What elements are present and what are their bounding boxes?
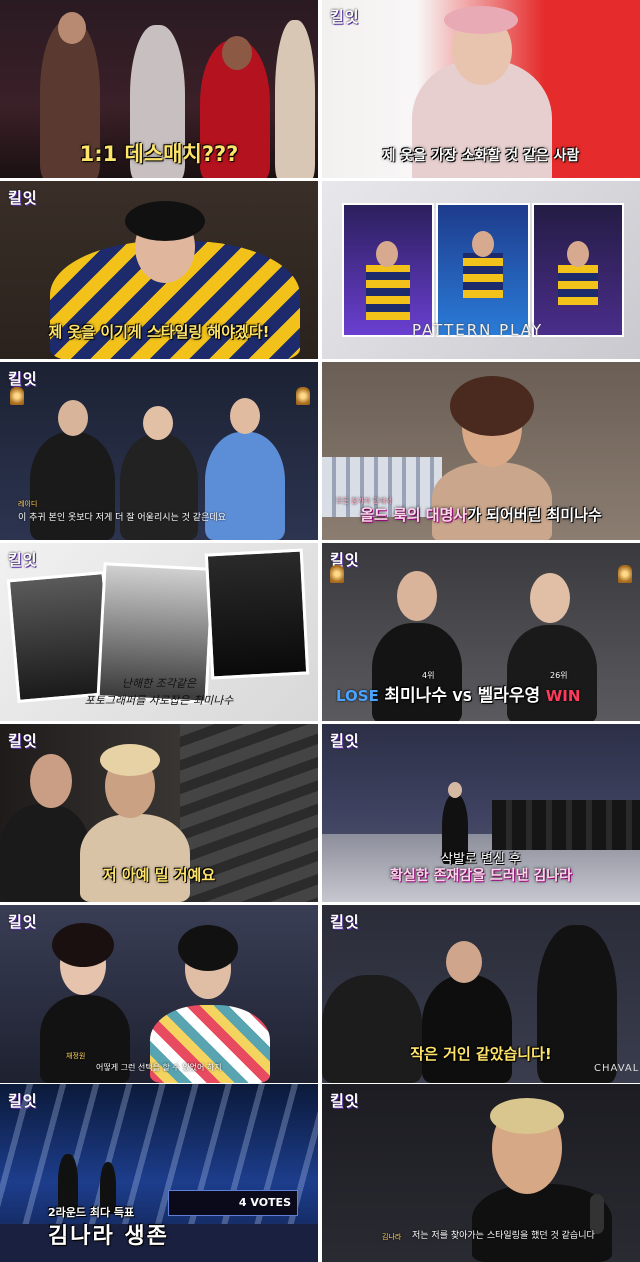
lower-third-quote: 이 추귀 본인 옷보다 저게 더 잘 어울리시는 것 같은데요 xyxy=(18,513,226,523)
panel-caption: 제 옷을 가장 소화할 것 같은 사람 xyxy=(382,148,580,164)
judge-head xyxy=(230,398,260,434)
right-contestant-name: 벨라우영 xyxy=(477,686,541,706)
contestant-right-head xyxy=(530,573,570,623)
wall-lamp xyxy=(10,387,24,405)
contestant-left-head xyxy=(397,571,437,621)
panel-6: 모든 참가자 앞에서 올드 룩의 대명사가 되어버린 최미나수 xyxy=(322,362,640,540)
show-logo: 킬잇 xyxy=(8,913,38,931)
panel-caption: 작은 거인 같았습니다! xyxy=(410,1045,552,1063)
caption-highlight: 올드 룩의 대명사 xyxy=(360,506,468,524)
left-rank: 4위 xyxy=(422,671,435,680)
photo-frame-3 xyxy=(532,203,624,337)
backdrop-sign: CHAVAL xyxy=(594,1063,640,1074)
panel-14: 킬잇 김나라 저는 저를 찾아가는 스타일링을 했던 것 같습니다 xyxy=(322,1084,640,1262)
screenshot-grid: 1:1 데스매치??? 킬잇 제 옷을 가장 소화할 것 같은 사람 킬잇 제 … xyxy=(0,0,640,1262)
panel-11: 킬잇 채정원 어떻게 그런 선택을 할 수 있었어 하지 xyxy=(0,905,318,1083)
contestant-figure xyxy=(422,975,512,1083)
wall-lamp xyxy=(330,565,344,583)
caption-tail: 가 되어버린 최미나수 xyxy=(467,506,602,524)
panel-8: 킬잇 4위 26위 LOSE 최미나수 VS 벨라우영 WIN xyxy=(322,543,640,721)
show-logo: 킬잇 xyxy=(8,189,38,207)
show-logo: 킬잇 xyxy=(330,913,360,931)
contestant-hair xyxy=(450,376,534,436)
photo-frame-1 xyxy=(342,203,434,337)
panel-3: 킬잇 제 옷을 이기게 스타일링 해야겠다! xyxy=(0,181,318,359)
panel-13: 킬잇 4 VOTES 2라운드 최다 득표 김나라 생존 xyxy=(0,1084,318,1262)
matchup-line: LOSE 최미나수 VS 벨라우영 WIN xyxy=(336,681,580,706)
judge-head xyxy=(58,400,88,436)
panel-caption-line2: 김나라 생존 xyxy=(48,1224,169,1249)
photographers xyxy=(492,800,640,850)
panel-9: 킬잇 저 아예 밀 거예요 xyxy=(0,724,318,902)
contestant-head xyxy=(222,36,252,70)
lose-label: LOSE xyxy=(336,687,379,705)
pink-beret xyxy=(444,6,518,34)
model-head xyxy=(448,782,462,798)
contestant-head xyxy=(58,12,86,44)
lower-third-quote: 저는 저를 찾아가는 스타일링을 했던 것 같습니다 xyxy=(412,1231,595,1241)
vs-label: VS xyxy=(452,690,472,705)
judge-figure xyxy=(205,432,285,540)
contestant-hair xyxy=(100,744,160,776)
left-contestant-name: 최미나수 xyxy=(384,686,447,706)
show-logo: 킬잇 xyxy=(8,732,38,750)
contestant-head xyxy=(446,941,482,983)
panel-caption-line2: 확실한 존재감을 드러낸 김나라 xyxy=(389,868,573,884)
panel-10: 킬잇 삭발로 변신 후 확실한 존재감을 드러낸 김나라 xyxy=(322,724,640,902)
panel-7: 킬잇 난해한 조각같은 포토그래퍼를 사로잡은 최미나수 xyxy=(0,543,318,721)
vote-screen: 4 VOTES xyxy=(168,1190,298,1216)
photographer-figure xyxy=(322,975,422,1083)
lower-third-quote: 어떻게 그런 선택을 할 수 있었어 하지 xyxy=(96,1063,222,1072)
contestant-left xyxy=(372,623,462,721)
win-label: WIN xyxy=(545,687,581,705)
show-logo: 킬잇 xyxy=(330,8,360,26)
lower-third-name: 김나라 xyxy=(382,1233,402,1241)
lower-third-name: 레이디 xyxy=(18,500,38,508)
judge-hair xyxy=(52,923,114,967)
right-rank: 26위 xyxy=(550,671,568,680)
buzzcut-hair xyxy=(490,1098,564,1134)
vote-count: 4 VOTES xyxy=(238,1196,291,1209)
panel-caption-line2: 포토그래퍼를 사로잡은 최미나수 xyxy=(84,694,234,707)
show-logo: 킬잇 xyxy=(330,1092,360,1110)
photo-print-3 xyxy=(204,548,310,680)
contestant-figure xyxy=(80,814,190,902)
panel-2: 킬잇 제 옷을 가장 소화할 것 같은 사람 xyxy=(322,0,640,178)
wall-lamp xyxy=(296,387,310,405)
panel-1: 1:1 데스매치??? xyxy=(0,0,318,178)
judge-hair xyxy=(178,925,238,971)
lower-third-name: 채정원 xyxy=(66,1052,86,1060)
judge-figure xyxy=(120,434,198,540)
stylist-figure xyxy=(0,804,90,902)
show-logo: 킬잇 xyxy=(8,370,38,388)
panel-caption: 제 옷을 이기게 스타일링 해야겠다! xyxy=(48,323,270,341)
stylist-head xyxy=(30,754,72,808)
contestant-hair xyxy=(125,201,205,241)
panel-5: 킬잇 레이디 이 추귀 본인 옷보다 저게 더 잘 어울리시는 것 같은데요 xyxy=(0,362,318,540)
panel-caption: 저 아예 밀 거예요 xyxy=(102,866,216,884)
photo-frame-2 xyxy=(436,203,530,337)
contestant-figure xyxy=(432,462,552,540)
panel-caption-line1: 난해한 조각같은 xyxy=(121,677,197,690)
panel-caption: 올드 룩의 대명사가 되어버린 최미나수 xyxy=(322,504,640,525)
panel-caption: PATTERN PLAY xyxy=(412,321,544,339)
panel-4: PATTERN PLAY xyxy=(322,181,640,359)
judge-head xyxy=(143,406,173,440)
panel-caption: 1:1 데스매치??? xyxy=(79,142,239,166)
judge-figure xyxy=(30,432,115,540)
panel-12: 킬잇 CHAVAL 작은 거인 같았습니다! xyxy=(322,905,640,1083)
show-logo: 킬잇 xyxy=(330,732,360,750)
wall-lamp xyxy=(618,565,632,583)
show-logo: 킬잇 xyxy=(8,551,38,569)
